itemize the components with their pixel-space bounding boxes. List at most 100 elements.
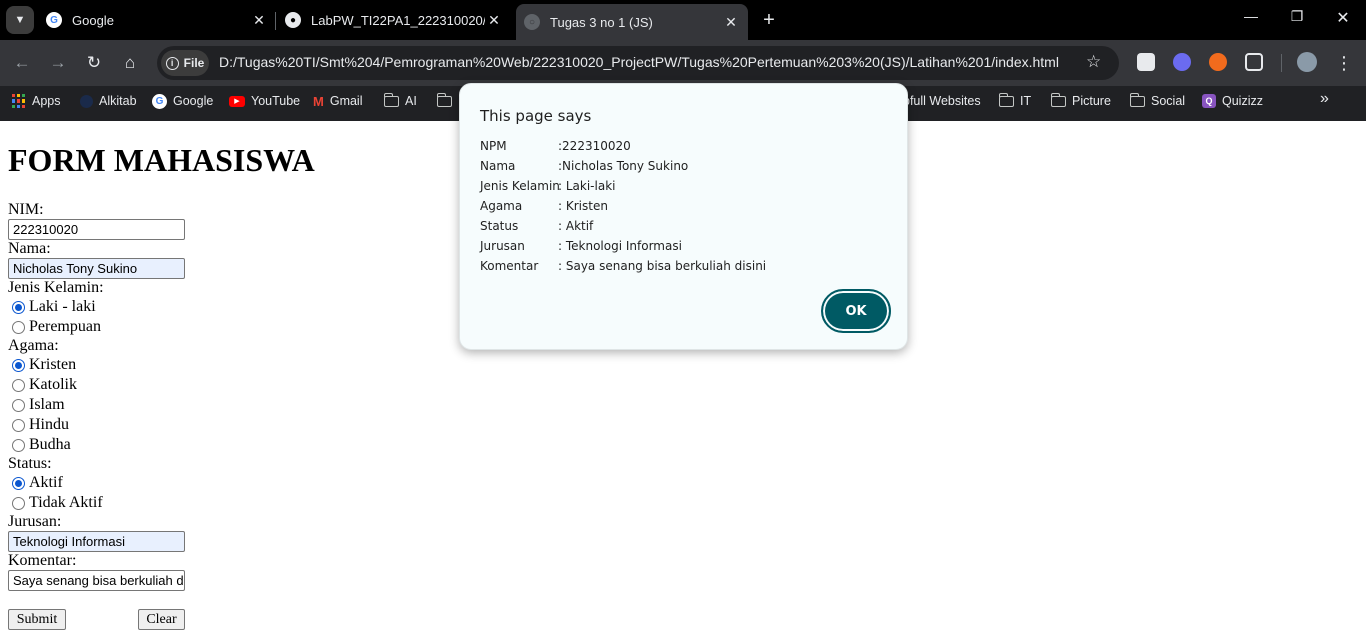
bookmark-gmail[interactable]: M Gmail [313, 92, 363, 110]
extensions-puzzle-icon[interactable] [1245, 53, 1263, 71]
github-icon: ● [285, 12, 301, 28]
tab-strip: ▼ G Google ✕ ● LabPW_TI22PA1_222310020/ … [0, 0, 1366, 40]
radio-laki-laki[interactable]: Laki - laki [12, 298, 96, 316]
folder-icon [436, 92, 452, 107]
radio-islam[interactable]: Islam [12, 396, 65, 414]
forward-arrow-icon[interactable]: → [46, 51, 70, 75]
page-title: FORM MAHASISWA [8, 142, 315, 178]
bookmark-folder-picture[interactable]: Picture [1050, 92, 1111, 110]
radio-checked[interactable] [12, 476, 25, 490]
komentar-label: Komentar: [8, 552, 77, 569]
radio-unchecked[interactable] [12, 418, 25, 432]
quizizz-icon: Q [1202, 94, 1216, 108]
info-icon: i [165, 56, 179, 70]
url-text[interactable]: D:/Tugas%20TI/Smt%204/Pemrograman%20Web/… [219, 54, 1059, 70]
bookmark-folder-social[interactable]: Social [1129, 92, 1185, 110]
bookmark-youtube[interactable]: ▶ YouTube [229, 92, 300, 110]
submit-button[interactable]: Submit [8, 609, 66, 630]
nim-input[interactable]: 222310020 [8, 219, 185, 240]
home-icon[interactable]: ⌂ [118, 51, 142, 75]
clear-button[interactable]: Clear [138, 609, 185, 630]
jurusan-input[interactable]: Teknologi Informasi [8, 531, 185, 552]
radio-unchecked[interactable] [12, 378, 25, 392]
nama-label: Nama: [8, 240, 51, 257]
avatar[interactable] [1297, 52, 1317, 72]
folder-icon [998, 92, 1014, 107]
agama-label: Agama: [8, 337, 59, 354]
radio-checked[interactable] [12, 300, 25, 314]
radio-hindu[interactable]: Hindu [12, 416, 69, 434]
alert-dialog: This page says NPM:222310020 Nama:Nichol… [459, 83, 908, 350]
status-label: Status: [8, 455, 52, 472]
tab-search-button[interactable]: ▼ [6, 6, 34, 34]
tab-github[interactable]: ● LabPW_TI22PA1_222310020/ at ✕ [285, 4, 503, 36]
jenis-kelamin-label: Jenis Kelamin: [8, 279, 104, 296]
gmail-icon: M [313, 93, 324, 109]
close-icon[interactable]: ✕ [485, 12, 503, 29]
folder-icon [383, 92, 399, 107]
globe-icon: ○ [524, 14, 540, 30]
apps-grid-icon [12, 94, 26, 108]
komentar-input[interactable]: Saya senang bisa berkuliah disini [8, 570, 185, 591]
folder-icon [1129, 92, 1145, 107]
bookmark-google[interactable]: G Google [152, 92, 213, 110]
tab-active-tugas[interactable]: ○ Tugas 3 no 1 (JS) ✕ [516, 4, 748, 40]
dialog-row-jenis-kelamin: Jenis Kelamin: Laki-laki [480, 179, 616, 193]
radio-unchecked[interactable] [12, 320, 25, 334]
extension-print-icon[interactable] [1137, 53, 1155, 71]
close-icon[interactable]: ✕ [250, 12, 268, 29]
bookmark-quizizz[interactable]: Q Quizizz [1202, 92, 1263, 110]
restore-icon[interactable]: ❐ [1287, 8, 1307, 25]
radio-unchecked[interactable] [12, 496, 25, 510]
bookmark-folder-hidden[interactable] [436, 92, 452, 110]
chevron-down-icon: ▼ [14, 14, 26, 26]
extension-face-icon[interactable] [1173, 53, 1191, 71]
radio-kristen[interactable]: Kristen [12, 356, 76, 374]
close-icon[interactable]: ✕ [722, 14, 740, 31]
radio-perempuan[interactable]: Perempuan [12, 318, 101, 336]
google-icon: G [152, 93, 167, 109]
address-bar[interactable]: i File D:/Tugas%20TI/Smt%204/Pemrograman… [157, 46, 1119, 80]
tab-separator [275, 12, 276, 30]
dialog-row-npm: NPM:222310020 [480, 139, 631, 153]
bookmark-folder-helpful-websites[interactable]: pfull Websites [903, 92, 981, 110]
radio-unchecked[interactable] [12, 398, 25, 412]
bookmark-alkitab[interactable]: Alkitab [80, 92, 137, 110]
bookmark-folder-ai[interactable]: AI [383, 92, 417, 110]
bookmark-apps[interactable]: Apps [12, 92, 61, 110]
extension-orange-icon[interactable] [1209, 53, 1227, 71]
radio-aktif[interactable]: Aktif [12, 474, 63, 492]
alkitab-icon [80, 94, 93, 108]
minimize-icon[interactable]: — [1241, 8, 1261, 24]
ok-button[interactable]: OK [821, 289, 891, 333]
dialog-row-nama: Nama:Nicholas Tony Sukino [480, 159, 689, 173]
radio-budha[interactable]: Budha [12, 436, 71, 454]
radio-unchecked[interactable] [12, 438, 25, 452]
jurusan-label: Jurusan: [8, 513, 62, 530]
kebab-menu-icon[interactable]: ⋮ [1332, 51, 1356, 75]
dialog-row-jurusan: Jurusan: Teknologi Informasi [480, 239, 682, 253]
radio-checked[interactable] [12, 358, 25, 372]
new-tab-button[interactable]: + [758, 8, 780, 32]
toolbar-divider [1281, 54, 1282, 72]
nama-input[interactable]: Nicholas Tony Sukino [8, 258, 185, 279]
youtube-icon: ▶ [229, 95, 245, 107]
toolbar: ← → ↻ ⌂ i File D:/Tugas%20TI/Smt%204/Pem… [0, 40, 1366, 86]
google-icon: G [46, 12, 62, 28]
dialog-row-status: Status: Aktif [480, 219, 594, 233]
radio-tidak-aktif[interactable]: Tidak Aktif [12, 494, 103, 512]
window-close-icon[interactable]: ✕ [1333, 8, 1353, 28]
folder-icon [1050, 92, 1066, 107]
site-info-chip[interactable]: i File [161, 50, 209, 76]
bookmark-folder-it[interactable]: IT [998, 92, 1031, 110]
back-arrow-icon[interactable]: ← [10, 51, 34, 75]
dialog-title: This page says [480, 107, 592, 125]
star-icon[interactable]: ☆ [1086, 52, 1101, 72]
bookmarks-overflow-icon[interactable]: » [1320, 90, 1329, 108]
dialog-row-agama: Agama: Kristen [480, 199, 608, 213]
reload-icon[interactable]: ↻ [82, 51, 106, 75]
dialog-row-komentar: Komentar: Saya senang bisa berkuliah dis… [480, 259, 767, 273]
nim-label: NIM: [8, 201, 44, 218]
tab-google[interactable]: G Google ✕ [46, 4, 268, 36]
radio-katolik[interactable]: Katolik [12, 376, 77, 394]
